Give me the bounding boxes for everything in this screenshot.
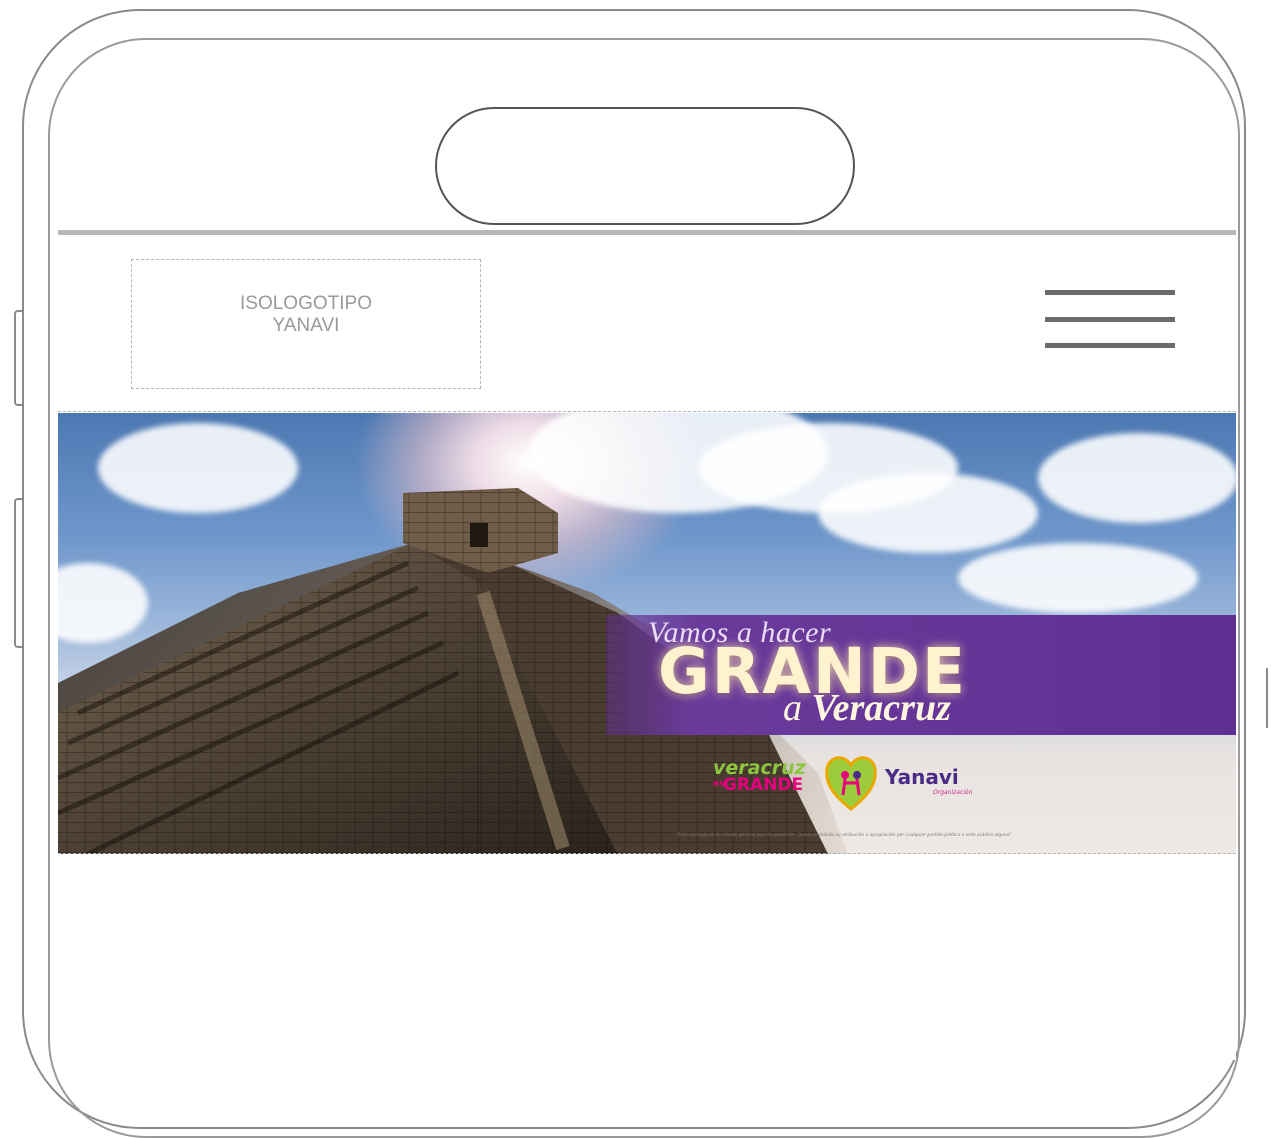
heart-logo-icon bbox=[825, 756, 877, 811]
menu-bar-bottom bbox=[1045, 343, 1175, 348]
hero-banner[interactable]: Vamos a hacer GRANDE a Veracruz veracruz… bbox=[58, 413, 1236, 854]
veracruz-logo-grande: GRANDE bbox=[723, 775, 804, 795]
tagline-line3: a Veracruz bbox=[783, 686, 951, 730]
phone-side-button-power bbox=[14, 498, 24, 648]
yanavi-logo-text: Yanavi bbox=[885, 765, 959, 789]
banner-guide-top bbox=[58, 411, 1236, 412]
hamburger-menu-icon[interactable] bbox=[1043, 290, 1175, 352]
tagline-line3-prefix: a bbox=[783, 687, 812, 729]
yanavi-logo-subtitle: Organización bbox=[933, 789, 973, 796]
logo-placeholder-line1: ISOLOGOTIPO bbox=[240, 293, 372, 314]
menu-bar-top bbox=[1045, 290, 1175, 295]
sponsor-logos: veracruz es GRANDE Yanavi Organización bbox=[713, 751, 1043, 821]
tagline-veracruz: Veracruz bbox=[811, 687, 951, 729]
menu-bar-middle bbox=[1045, 317, 1175, 322]
legal-disclaimer: "Este mensaje es de interés general para… bbox=[676, 833, 1012, 838]
logo-placeholder-line2: YANAVI bbox=[272, 315, 340, 336]
phone-screen: ISOLOGOTIPO YANAVI Vamos a hacer GRANDE … bbox=[58, 230, 1236, 1060]
banner-guide-bottom bbox=[58, 853, 1236, 854]
logo-placeholder[interactable]: ISOLOGOTIPO YANAVI bbox=[131, 259, 481, 389]
phone-speaker-notch bbox=[435, 107, 855, 225]
phone-side-button-right bbox=[1266, 668, 1271, 728]
phone-side-button-volume bbox=[14, 310, 24, 406]
